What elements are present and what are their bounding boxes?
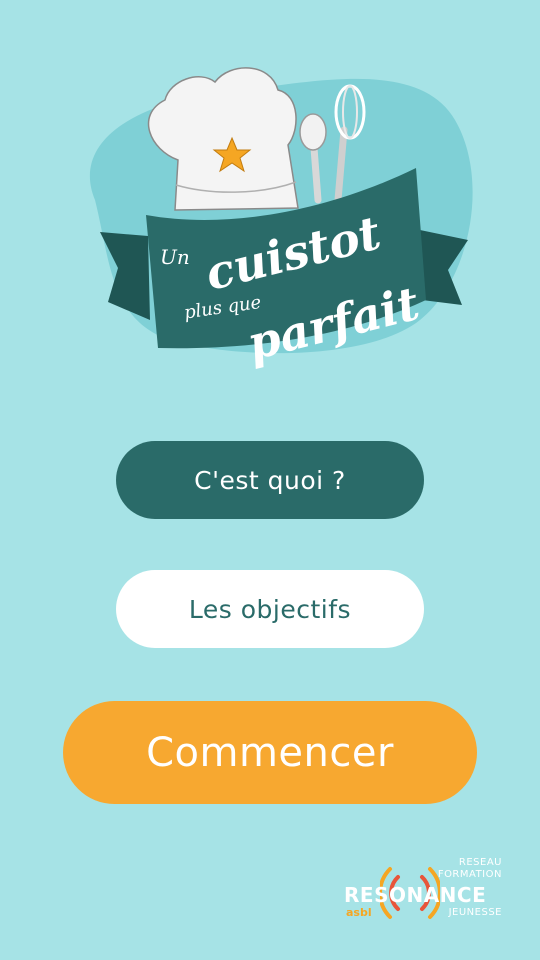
partner-logo: RESEAU FORMATION RESONANCE asbl JEUNESSE (340, 855, 510, 925)
app-logo: Un cuistot plus que parfait (0, 0, 540, 400)
partner-line-formation: FORMATION (437, 869, 502, 880)
logo-text-un: Un (160, 245, 190, 269)
partner-network-label: RESEAU FORMATION (438, 857, 502, 881)
partner-line-jeunesse: JEUNESSE (448, 907, 502, 918)
partner-line-reseau: RESEAU (458, 857, 502, 868)
what-is-it-button[interactable]: C'est quoi ? (116, 441, 424, 519)
partner-name: RESONANCE (344, 883, 487, 907)
start-button[interactable]: Commencer (63, 701, 477, 804)
objectives-button[interactable]: Les objectifs (116, 570, 424, 648)
partner-asbl: asbl (346, 906, 372, 919)
